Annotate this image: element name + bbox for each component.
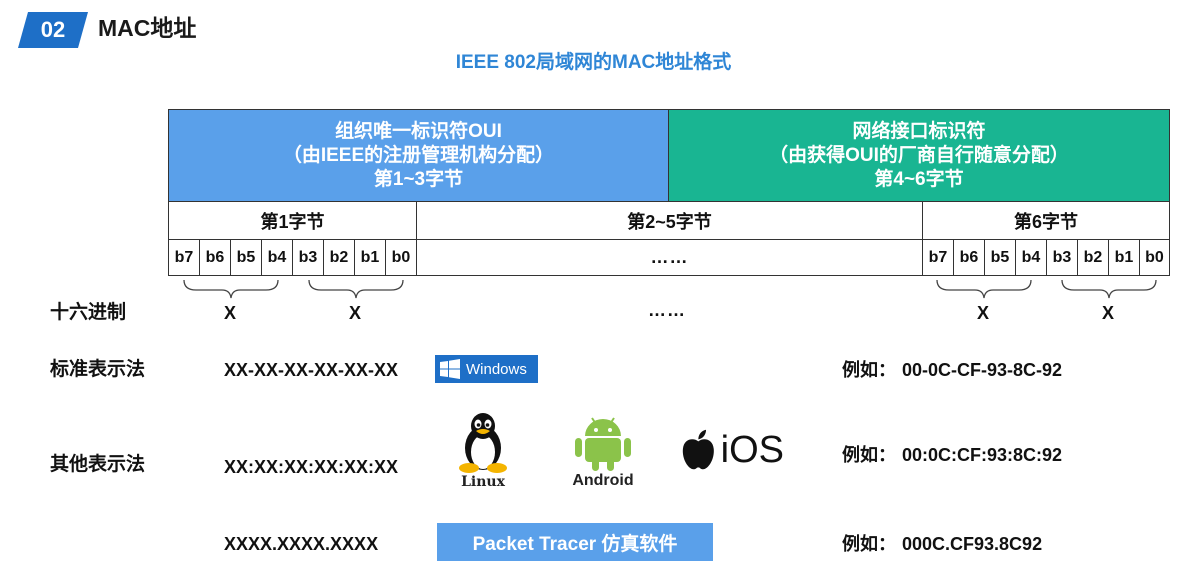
hex-digit-symbol: X bbox=[224, 303, 237, 323]
other-label: 其他表示法 bbox=[50, 454, 146, 475]
hex-ellipsis: …… bbox=[648, 300, 686, 320]
hex-row-label: 十六进制 bbox=[50, 302, 127, 323]
bracket-last-low bbox=[1061, 279, 1157, 299]
bracket-first-high bbox=[183, 279, 279, 299]
bracket-first-low bbox=[308, 279, 404, 299]
example-label: 例如： bbox=[842, 534, 896, 554]
example-value: 000C.CF93.8C92 bbox=[902, 534, 1043, 554]
linux-logo: Linux bbox=[452, 412, 514, 494]
example-value: 00-0C-CF-93-8C-92 bbox=[902, 360, 1063, 380]
example-label: 例如： bbox=[842, 445, 896, 465]
ios-label: iOS bbox=[720, 429, 784, 471]
windows-badge: Windows bbox=[435, 355, 538, 383]
example-value: 00:0C:CF:93:8C:92 bbox=[902, 445, 1063, 465]
packet-tracer-format: XXXX.XXXX.XXXX bbox=[224, 534, 379, 554]
nibble-brackets bbox=[183, 279, 1157, 299]
tux-icon bbox=[459, 413, 507, 473]
apple-icon bbox=[682, 429, 714, 470]
example-label: 例如： bbox=[842, 360, 896, 380]
android-label: Android bbox=[572, 472, 634, 489]
standard-format: XX-XX-XX-XX-XX-XX bbox=[224, 360, 399, 380]
bracket-last-high bbox=[936, 279, 1032, 299]
other-format: XX:XX:XX:XX:XX:XX bbox=[224, 457, 399, 477]
android-logo: Android bbox=[565, 414, 641, 494]
hex-digit-symbol: X bbox=[349, 303, 362, 323]
hex-digit-symbol: X bbox=[977, 303, 990, 323]
other-example: 例如： 00:0C:CF:93:8C:92 bbox=[842, 443, 1062, 467]
standard-label: 标准表示法 bbox=[50, 359, 146, 380]
windows-icon bbox=[440, 359, 460, 379]
ios-logo: iOS bbox=[680, 428, 784, 472]
android-icon bbox=[575, 417, 631, 471]
linux-label: Linux bbox=[461, 474, 505, 490]
hex-digit-symbol: X bbox=[1102, 303, 1115, 323]
standard-example: 例如： 00-0C-CF-93-8C-92 bbox=[842, 358, 1062, 382]
windows-label: Windows bbox=[466, 360, 527, 378]
packet-tracer-example: 例如： 000C.CF93.8C92 bbox=[842, 532, 1042, 556]
packet-tracer-badge: Packet Tracer 仿真软件 bbox=[437, 523, 713, 561]
